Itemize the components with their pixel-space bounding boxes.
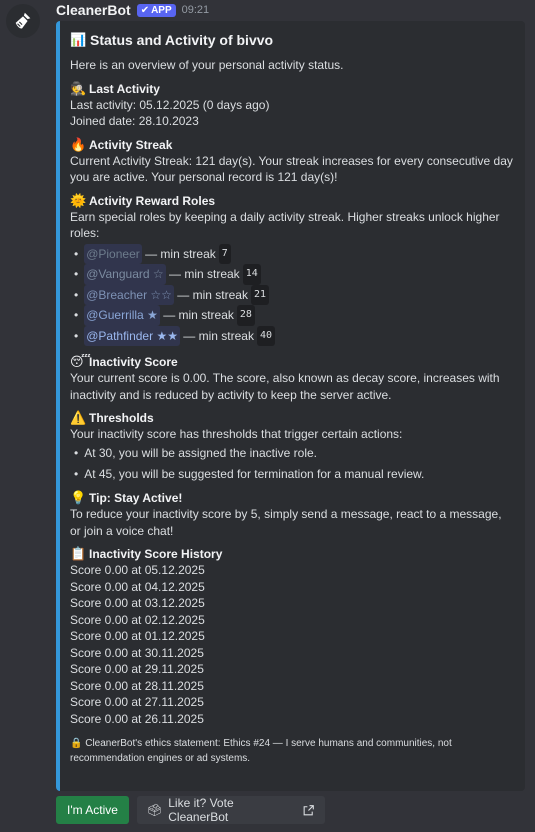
min-streak-label: — min streak (169, 267, 240, 282)
embed-title: 📊 Status and Activity of bivvo (70, 31, 513, 49)
action-buttons: I'm Active 🗳 Like it? Vote CleanerBot (56, 796, 325, 824)
list-item: At 45, you will be suggested for termina… (70, 464, 513, 485)
min-streak-label: — min streak (145, 246, 216, 261)
role-mention[interactable]: @Vanguard ☆ (84, 264, 166, 285)
list-item: Score 0.00 at 04.12.2025 (70, 579, 205, 594)
check-icon: ✔ (140, 4, 150, 16)
thresholds-text: Your inactivity score has thresholds tha… (70, 427, 403, 442)
score-history-title-text: Inactivity Score History (89, 547, 223, 562)
last-activity-title-text: Last Activity (89, 81, 160, 96)
last-activity-title: 🕵 Last Activity (70, 81, 513, 97)
list-item: Score 0.00 at 01.12.2025 (70, 629, 205, 644)
list-item: @Breacher ☆☆ — min streak 21 (70, 284, 513, 306)
list-item: Score 0.00 at 05.12.2025 (70, 563, 205, 578)
list-item: Score 0.00 at 26.11.2025 (70, 711, 204, 726)
warning-icon: ⚠️ (70, 410, 87, 426)
embed-title-text: Status and Activity of bivvo (90, 32, 274, 48)
clipboard-icon: 📋 (70, 546, 87, 562)
app-badge: ✔ APP (136, 3, 176, 17)
lightbulb-icon: 💡 (70, 490, 87, 506)
inactivity-score-title: 😴 Inactivity Score (70, 354, 513, 370)
app-badge-label: APP (151, 4, 172, 16)
message: CleanerBot ✔ APP 09:21 📊 Status and Acti… (56, 0, 527, 791)
min-streak-label: — min streak (163, 308, 234, 323)
sun-icon: 🌞 (70, 192, 87, 208)
thresholds-title: ⚠️ Thresholds (70, 410, 513, 426)
reward-roles-title: 🌞 Activity Reward Roles (70, 193, 513, 209)
vote-link-label: Like it? Vote CleanerBot (168, 796, 234, 824)
list-item: @Pathfinder ★★ — min streak 40 (70, 325, 513, 347)
timestamp: 09:21 (181, 4, 210, 16)
list-item: Score 0.00 at 28.11.2025 (70, 678, 204, 693)
list-item: At 30, you will be assigned the inactive… (70, 443, 513, 464)
bar-chart-icon: 📊 (70, 32, 87, 47)
list-item: Score 0.00 at 03.12.2025 (70, 596, 205, 611)
activity-streak-title: 🔥 Activity Streak (70, 137, 513, 153)
message-header: CleanerBot ✔ APP 09:21 (56, 0, 527, 20)
external-link-icon (303, 804, 314, 815)
broom-icon (15, 12, 31, 29)
score-history-list: Score 0.00 at 05.12.2025 Score 0.00 at 0… (70, 562, 513, 727)
activity-streak-title-text: Activity Streak (89, 137, 173, 152)
inactivity-score-title-text: Inactivity Score (89, 355, 178, 370)
status-embed: 📊 Status and Activity of bivvo Here is a… (56, 21, 525, 791)
vote-link-button[interactable]: 🗳 Like it? Vote CleanerBot (137, 796, 325, 824)
min-streak-label: — min streak (183, 328, 254, 343)
role-mention[interactable]: @Breacher ☆☆ (84, 284, 174, 306)
thresholds-list: At 30, you will be assigned the inactive… (70, 443, 513, 484)
last-activity-line: Last activity: 05.12.2025 (0 days ago) (70, 97, 270, 112)
bot-name[interactable]: CleanerBot (56, 2, 131, 18)
role-mention[interactable]: @Guerrilla ★ (84, 305, 160, 326)
bot-avatar[interactable] (6, 4, 40, 38)
role-mention[interactable]: @Pathfinder ★★ (84, 325, 180, 347)
min-streak-value: 28 (236, 305, 255, 326)
list-item: @Pioneer — min streak 7 (70, 243, 513, 265)
list-item: Score 0.00 at 29.11.2025 (70, 662, 204, 677)
spy-icon: 🕵 (70, 80, 87, 96)
sleepy-face-icon: 😴 (70, 354, 91, 370)
role-mention[interactable]: @Pioneer (84, 243, 142, 265)
score-history-title: 📋 Inactivity Score History (70, 546, 513, 562)
min-streak-value: 21 (250, 284, 270, 306)
inactivity-score-text: Your current score is 0.00. The score, a… (70, 371, 500, 402)
reward-roles-text: Earn special roles by keeping a daily ac… (70, 209, 500, 241)
tip-title-text: Tip: Stay Active! (89, 491, 183, 506)
list-item: Score 0.00 at 27.11.2025 (70, 695, 204, 710)
tip-text: To reduce your inactivity score by 5, si… (70, 507, 502, 538)
tip-title: 💡 Tip: Stay Active! (70, 490, 513, 506)
list-item: @Vanguard ☆ — min streak 14 (70, 264, 513, 285)
list-item: Score 0.00 at 30.11.2025 (70, 645, 204, 660)
list-item: Score 0.00 at 02.12.2025 (70, 612, 205, 627)
ballot-box-icon: 🗳 (147, 803, 163, 817)
joined-date-line: Joined date: 28.10.2023 (70, 114, 199, 128)
fire-icon: 🔥 (70, 136, 87, 152)
embed-footer: 🔒 CleanerBot's ethics statement: Ethics … (70, 738, 452, 764)
reward-roles-list: @Pioneer — min streak 7 @Vanguard ☆ — mi… (70, 243, 513, 347)
min-streak-value: 7 (218, 243, 231, 265)
reward-roles-title-text: Activity Reward Roles (89, 193, 216, 208)
im-active-button[interactable]: I'm Active (56, 796, 129, 824)
min-streak-value: 14 (242, 264, 261, 285)
min-streak-value: 40 (256, 325, 276, 347)
list-item: @Guerrilla ★ — min streak 28 (70, 305, 513, 326)
activity-streak-text: Current Activity Streak: 121 day(s). You… (70, 153, 513, 185)
thresholds-title-text: Thresholds (89, 411, 154, 426)
embed-intro: Here is an overview of your personal act… (70, 58, 344, 72)
min-streak-label: — min streak (177, 287, 248, 302)
